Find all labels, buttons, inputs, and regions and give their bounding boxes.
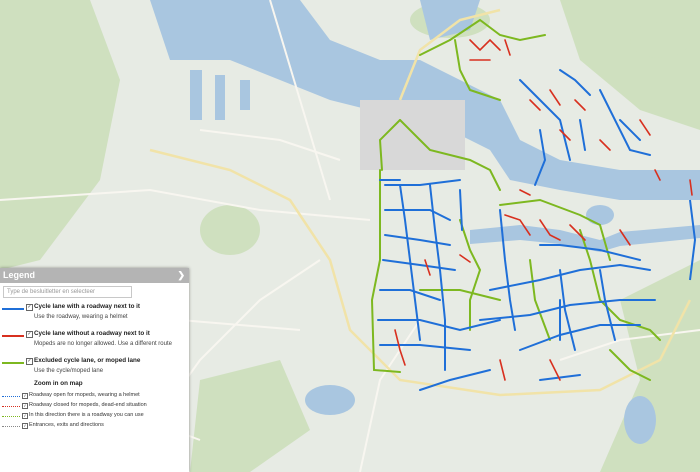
legend-panel: Legend ❯ Type de besluitletter en select… (0, 268, 189, 472)
checkbox[interactable]: ✓ (26, 304, 33, 311)
checkbox[interactable]: ✓ (26, 358, 33, 365)
checkbox[interactable]: ✓ (22, 403, 28, 409)
legend-item-title: Excluded cycle lane, or moped lane (34, 357, 141, 364)
legend-search-input[interactable]: Type de besluitletter en selecteer (3, 286, 132, 298)
legend-header[interactable]: Legend ❯ (0, 268, 189, 283)
grey-dotted-swatch (2, 426, 20, 427)
lime-line-swatch (2, 362, 24, 364)
lime-dotted-swatch (2, 416, 20, 417)
red-dotted-swatch (2, 406, 20, 407)
checkbox[interactable]: ✓ (22, 393, 28, 399)
legend-item-title: Cycle lane without a roadway next to it (34, 330, 150, 337)
legend-subitem-entrances[interactable]: ✓ Entrances, exits and directions (0, 421, 189, 431)
legend-zoom-section: Zoom in on map (0, 379, 189, 391)
legend-item-title: Cycle lane with a roadway next to it (34, 303, 141, 310)
legend-zoom-title: Zoom in on map (34, 380, 83, 387)
map-grey-block (360, 100, 465, 170)
red-line-swatch (2, 335, 24, 337)
checkbox[interactable]: ✓ (22, 423, 28, 429)
legend-subitem-text: Roadway closed for mopeds, dead-end situ… (29, 402, 147, 408)
checkbox[interactable]: ✓ (22, 413, 28, 419)
legend-title: Legend (3, 270, 36, 280)
legend-item-cycle-lane-with-roadway[interactable]: ✓ Cycle lane with a roadway next to it U… (0, 298, 189, 325)
legend-subitem-direction-roadway[interactable]: ✓ In this direction there is a roadway y… (0, 411, 189, 421)
legend-item-cycle-lane-without-roadway[interactable]: ✓ Cycle lane without a roadway next to i… (0, 325, 189, 352)
legend-subitem-text: In this direction there is a roadway you… (29, 412, 144, 418)
legend-subitem-roadway-closed[interactable]: ✓ Roadway closed for mopeds, dead-end si… (0, 401, 189, 411)
legend-item-excluded-cycle-lane[interactable]: ✓ Excluded cycle lane, or moped lane Use… (0, 352, 189, 379)
chevron-icon[interactable]: ❯ (177, 268, 185, 283)
legend-item-desc: Use the roadway, wearing a helmet (34, 314, 128, 320)
legend-subitem-text: Entrances, exits and directions (29, 422, 104, 428)
blue-dotted-swatch (2, 396, 20, 397)
checkbox[interactable]: ✓ (26, 331, 33, 338)
legend-subitem-roadway-open[interactable]: ✓ Roadway open for mopeds, wearing a hel… (0, 391, 189, 401)
legend-item-desc: Use the cycle/moped lane (34, 368, 104, 374)
legend-item-desc: Mopeds are no longer allowed. Use a diff… (34, 341, 172, 347)
legend-subitem-text: Roadway open for mopeds, wearing a helme… (29, 392, 140, 398)
legend-body: ✓ Cycle lane with a roadway next to it U… (0, 298, 189, 431)
blue-line-swatch (2, 308, 24, 310)
